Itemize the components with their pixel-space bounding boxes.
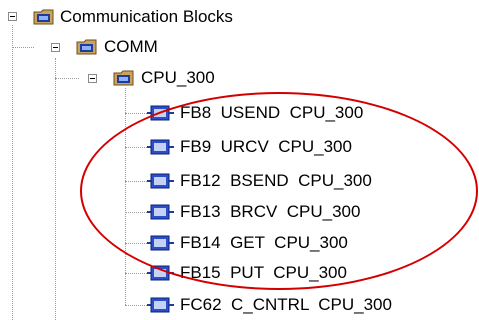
tree-guide-cpu-h <box>55 78 79 79</box>
folder-block-icon <box>113 70 134 86</box>
tree-guide-comm-h <box>12 47 34 48</box>
comm-collapse-toggle[interactable] <box>51 43 60 52</box>
tree-guide-block-h <box>125 273 147 274</box>
tree-guide-block-h <box>125 181 147 182</box>
function-block-icon <box>147 204 174 220</box>
cpu-collapse-toggle[interactable] <box>88 74 97 83</box>
tree-guide-block-h <box>125 305 147 306</box>
tree-node-communication-blocks[interactable]: Communication Blocks <box>60 7 233 27</box>
function-block-icon <box>147 235 174 251</box>
tree-node-fc62[interactable]: FC62 C_CNTRL CPU_300 <box>180 295 392 315</box>
tree-node-cpu-300[interactable]: CPU_300 <box>141 68 215 88</box>
tree-guide-block-h <box>125 212 147 213</box>
tree-node-comm[interactable]: COMM <box>104 37 158 57</box>
tree-node-fb15[interactable]: FB15 PUT CPU_300 <box>180 263 347 283</box>
folder-block-icon <box>76 39 97 55</box>
function-block-icon <box>147 173 174 189</box>
tree-guide-root <box>12 25 13 320</box>
folder-block-icon <box>33 9 54 25</box>
tree-guide-comm <box>55 58 56 320</box>
function-block-icon <box>147 265 174 281</box>
root-collapse-toggle[interactable] <box>8 12 17 21</box>
tree-node-fb9[interactable]: FB9 URCV CPU_300 <box>180 137 352 157</box>
function-block-icon <box>147 105 174 121</box>
tree-node-fb14[interactable]: FB14 GET CPU_300 <box>180 233 348 253</box>
function-block-icon <box>147 139 174 155</box>
function-block-icon <box>147 297 174 313</box>
tree-node-fb12[interactable]: FB12 BSEND CPU_300 <box>180 171 372 191</box>
tree-guide-block-h <box>125 243 147 244</box>
tree-guide-block-h <box>125 147 147 148</box>
tree-node-fb8[interactable]: FB8 USEND CPU_300 <box>180 103 363 123</box>
tree-node-fb13[interactable]: FB13 BRCV CPU_300 <box>180 202 360 222</box>
tree-guide-block-h <box>125 113 147 114</box>
